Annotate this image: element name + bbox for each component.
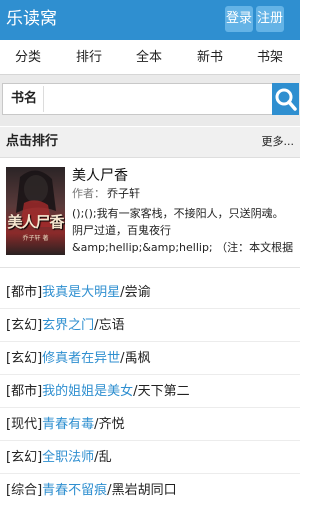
cover-subtitle: 乔子轩 著	[22, 235, 49, 242]
list-item: [都市]我的姐姐是美女/天下第二	[0, 375, 300, 408]
rank-author: 禹枫	[124, 351, 151, 366]
rank-author: 黑岩胡同口	[111, 483, 177, 498]
rank-book-link[interactable]: 我的姐姐是美女	[42, 384, 133, 399]
cover-title: 美人尸香	[7, 213, 64, 231]
rank-category: [都市]	[6, 285, 43, 300]
nav-item-bookshelf[interactable]: 书架	[245, 40, 295, 74]
nav-item-ranking[interactable]: 排行	[64, 40, 114, 74]
search-label: 书名	[11, 91, 38, 106]
author-label: 作者：	[72, 187, 105, 200]
search-button[interactable]	[272, 83, 299, 115]
rank-author: 忘语	[98, 318, 125, 333]
nav-item-category[interactable]: 分类	[3, 40, 53, 74]
book-cover[interactable]: 美人尸香 乔子轩 著	[6, 167, 65, 255]
main-nav: 分类 排行 全本 新书 书架	[0, 40, 300, 75]
list-item: [玄幻]全职法师/乱	[0, 441, 300, 474]
book-description: ();();我有一家客栈，不接阳人，只送阴魂。 阴尸过道，百鬼夜行&amp;he…	[72, 207, 294, 254]
rank-book-link[interactable]: 玄界之门	[42, 318, 94, 333]
rank-book-link[interactable]: 修真者在异世	[42, 351, 120, 366]
app-header: 乐读窝 登录 注册	[0, 0, 300, 40]
book-title[interactable]: 美人尸香	[72, 167, 128, 185]
rank-author: 尝谕	[124, 285, 151, 300]
rank-book-link[interactable]: 青春不留痕	[42, 483, 107, 498]
search-icon	[275, 88, 297, 111]
rank-category: [玄幻]	[6, 450, 43, 465]
rank-category: [综合]	[6, 483, 43, 498]
rank-book-link[interactable]: 全职法师	[42, 450, 94, 465]
rank-author: 齐悦	[98, 417, 125, 432]
list-item: [综合]青春不留痕/黑岩胡同口	[0, 474, 300, 507]
more-link[interactable]: 更多...	[262, 127, 295, 157]
nav-item-new[interactable]: 新书	[185, 40, 235, 74]
search-box: 书名	[2, 83, 299, 115]
list-item: [玄幻]玄界之门/忘语	[0, 309, 300, 342]
login-button[interactable]: 登录	[225, 6, 253, 32]
nav-item-complete[interactable]: 全本	[124, 40, 174, 74]
rank-author: 乱	[98, 450, 112, 465]
rank-category: [都市]	[6, 384, 43, 399]
register-button[interactable]: 注册	[256, 6, 284, 32]
section-title: 点击排行	[6, 134, 59, 149]
section-header: 点击排行 更多...	[0, 127, 300, 158]
site-logo[interactable]: 乐读窝	[6, 7, 57, 31]
list-item: [都市]我真是大明星/尝谕	[0, 276, 300, 309]
rank-author: 天下第二	[137, 384, 190, 399]
rank-book-link[interactable]: 我真是大明星	[42, 285, 120, 300]
rank-category: [玄幻]	[6, 351, 43, 366]
rank-book-link[interactable]: 青春有毒	[42, 417, 94, 432]
search-bar: 书名	[0, 75, 300, 126]
divider	[0, 267, 300, 268]
rank-category: [现代]	[6, 417, 43, 432]
author-name[interactable]: 乔子轩	[107, 187, 140, 200]
book-author: 作者： 乔子轩	[72, 187, 140, 201]
list-item: [现代]青春有毒/齐悦	[0, 408, 300, 441]
search-input[interactable]	[43, 86, 269, 112]
rank-category: [玄幻]	[6, 318, 43, 333]
list-item: [玄幻]修真者在异世/禹枫	[0, 342, 300, 375]
